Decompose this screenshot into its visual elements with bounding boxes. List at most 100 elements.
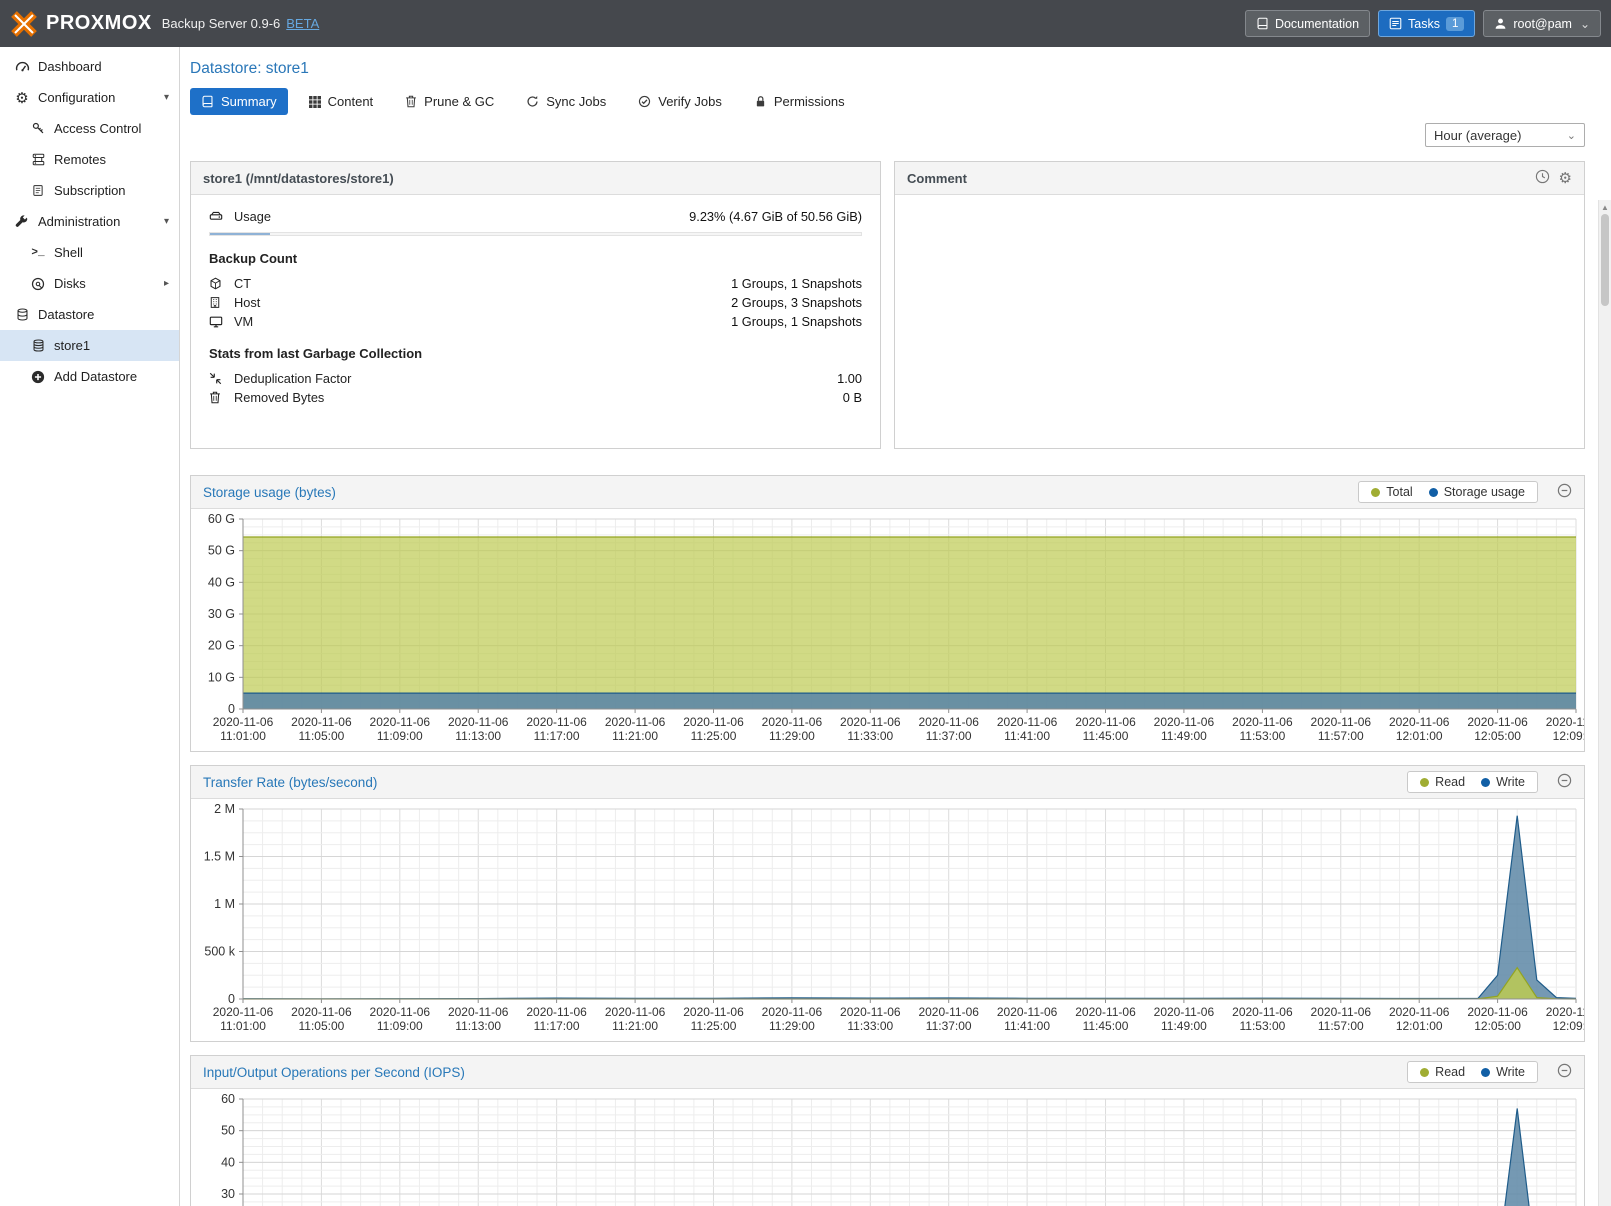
svg-text:11:29:00: 11:29:00 (769, 1019, 815, 1033)
collapse-icon[interactable] (1557, 483, 1572, 501)
svg-text:2020-11-06: 2020-11-06 (918, 1005, 979, 1019)
beta-link[interactable]: BETA (286, 16, 319, 31)
sidebar-item-remotes[interactable]: Remotes (0, 144, 179, 175)
collapse-icon[interactable] (1557, 773, 1572, 791)
svg-text:2020-11-06: 2020-11-06 (526, 715, 587, 729)
legend-item[interactable]: Write (1481, 1065, 1525, 1079)
tab-sync-jobs[interactable]: Sync Jobs (515, 88, 617, 115)
sidebar-item-access-control[interactable]: Access Control (0, 113, 179, 144)
gears-icon: ⚙ (12, 89, 32, 107)
svg-text:11:17:00: 11:17:00 (534, 729, 580, 743)
svg-text:10 G: 10 G (208, 670, 235, 684)
svg-text:11:01:00: 11:01:00 (220, 1019, 266, 1033)
product-name: Backup Server 0.9-6 (162, 16, 281, 31)
tab-verify-jobs[interactable]: Verify Jobs (627, 88, 733, 115)
sidebar-item-store1[interactable]: store1 (0, 330, 179, 361)
proxmox-logo-icon (10, 10, 38, 38)
svg-text:2020-11-06: 2020-11-06 (1467, 715, 1528, 729)
svg-text:30 G: 30 G (208, 607, 235, 621)
svg-text:11:41:00: 11:41:00 (1004, 1019, 1050, 1033)
svg-text:11:17:00: 11:17:00 (534, 1019, 580, 1033)
timeframe-select[interactable]: Hour (average) ⌄ (1425, 123, 1585, 147)
sidebar-item-label: Datastore (38, 307, 94, 322)
legend-label: Write (1496, 1065, 1525, 1079)
documentation-label: Documentation (1275, 17, 1359, 31)
sidebar-item-datastore[interactable]: Datastore (0, 299, 179, 330)
panel-title: Comment (907, 171, 967, 186)
chevron-down-icon[interactable]: ▾ (164, 216, 169, 227)
store1-summary-panel: store1 (/mnt/datastores/store1) Usage 9.… (190, 161, 881, 449)
legend-item[interactable]: Read (1420, 775, 1465, 789)
scrollbar-thumb[interactable] (1601, 214, 1609, 306)
scrollbar[interactable]: ▲ (1598, 200, 1611, 1206)
tab-content[interactable]: Content (298, 88, 385, 115)
tasks-button[interactable]: Tasks 1 (1378, 10, 1475, 37)
comment-panel: Comment ⚙ (894, 161, 1585, 449)
sidebar-item-administration[interactable]: Administration ▾ (0, 206, 179, 237)
svg-text:2020-11-06: 2020-11-06 (997, 1005, 1058, 1019)
user-menu-button[interactable]: root@pam ⌄ (1483, 10, 1601, 37)
transfer-rate-panel: Transfer Rate (bytes/second) Read Write … (190, 765, 1585, 1042)
svg-text:60: 60 (221, 1092, 235, 1106)
sidebar-item-shell[interactable]: >_ Shell (0, 237, 179, 268)
sidebar-item-dashboard[interactable]: Dashboard (0, 51, 179, 82)
tab-prune-gc[interactable]: Prune & GC (394, 88, 505, 115)
chevron-down-icon[interactable]: ▾ (164, 92, 169, 103)
svg-text:11:25:00: 11:25:00 (691, 729, 737, 743)
svg-text:50 G: 50 G (208, 544, 235, 558)
svg-text:50: 50 (221, 1124, 235, 1138)
svg-text:2020-11-06: 2020-11-06 (291, 715, 352, 729)
sidebar-item-configuration[interactable]: ⚙ Configuration ▾ (0, 82, 179, 113)
building-icon (209, 296, 228, 309)
usage-progress-bar (209, 232, 862, 236)
chevron-right-icon[interactable]: ▸ (164, 278, 169, 289)
svg-text:2020-11-06: 2020-11-06 (213, 715, 274, 729)
legend-label: Storage usage (1444, 485, 1525, 499)
legend-item[interactable]: Write (1481, 775, 1525, 789)
storage-usage-chart: 010 G20 G30 G40 G50 G60 G2020-11-0611:01… (191, 509, 1584, 751)
legend-item[interactable]: Total (1371, 485, 1412, 499)
sidebar-item-add-datastore[interactable]: Add Datastore (0, 361, 179, 392)
scroll-up-arrow-icon[interactable]: ▲ (1599, 200, 1611, 214)
svg-text:2020-11-06: 2020-11-06 (1232, 1005, 1293, 1019)
svg-text:2020-11-06: 2020-11-06 (1075, 715, 1136, 729)
chart-legend[interactable]: Read Write (1407, 1061, 1538, 1083)
server-icon (28, 153, 48, 166)
tab-permissions[interactable]: Permissions (743, 88, 856, 115)
svg-text:2020-11-06: 2020-11-06 (1389, 1005, 1450, 1019)
svg-text:11:29:00: 11:29:00 (769, 729, 815, 743)
sidebar-item-subscription[interactable]: Subscription (0, 175, 179, 206)
tab-label: Sync Jobs (546, 94, 606, 109)
svg-text:11:21:00: 11:21:00 (612, 729, 658, 743)
top-bar: PROXMOX Backup Server 0.9-6 BETA Documen… (0, 0, 1611, 47)
comment-body[interactable] (895, 195, 1584, 448)
svg-text:2020-11-06: 2020-11-06 (1546, 1005, 1584, 1019)
sidebar-item-disks[interactable]: Disks ▸ (0, 268, 179, 299)
hdd-icon (209, 210, 228, 224)
row-value: 2 Groups, 3 Snapshots (731, 295, 862, 310)
svg-text:2020-11-06: 2020-11-06 (840, 715, 901, 729)
legend-dot (1420, 1068, 1429, 1077)
tab-bar: Summary Content Prune & GC Sync Jobs (190, 88, 1611, 115)
collapse-icon[interactable] (1557, 1063, 1572, 1081)
documentation-button[interactable]: Documentation (1245, 10, 1370, 37)
summary-toolbar: Hour (average) ⌄ (180, 115, 1611, 155)
tab-summary[interactable]: Summary (190, 88, 288, 115)
legend-item[interactable]: Storage usage (1429, 485, 1525, 499)
svg-text:2020-11-06: 2020-11-06 (370, 715, 431, 729)
chart-legend[interactable]: Total Storage usage (1358, 481, 1538, 503)
svg-text:2020-11-06: 2020-11-06 (1311, 1005, 1372, 1019)
panel-title: store1 (/mnt/datastores/store1) (203, 171, 394, 186)
chart-legend[interactable]: Read Write (1407, 771, 1538, 793)
usage-row: Usage 9.23% (4.67 GiB of 50.56 GiB) (209, 207, 862, 226)
legend-item[interactable]: Read (1420, 1065, 1465, 1079)
svg-text:2020-11-06: 2020-11-06 (840, 1005, 901, 1019)
svg-text:11:05:00: 11:05:00 (298, 729, 344, 743)
datastore-icon (28, 339, 48, 352)
row-label: Host (234, 295, 260, 310)
svg-text:11:09:00: 11:09:00 (377, 729, 423, 743)
clock-icon[interactable] (1535, 169, 1550, 187)
sidebar-item-label: Configuration (38, 90, 115, 105)
svg-text:2020-11-06: 2020-11-06 (1389, 715, 1450, 729)
gear-icon[interactable]: ⚙ (1559, 171, 1572, 186)
